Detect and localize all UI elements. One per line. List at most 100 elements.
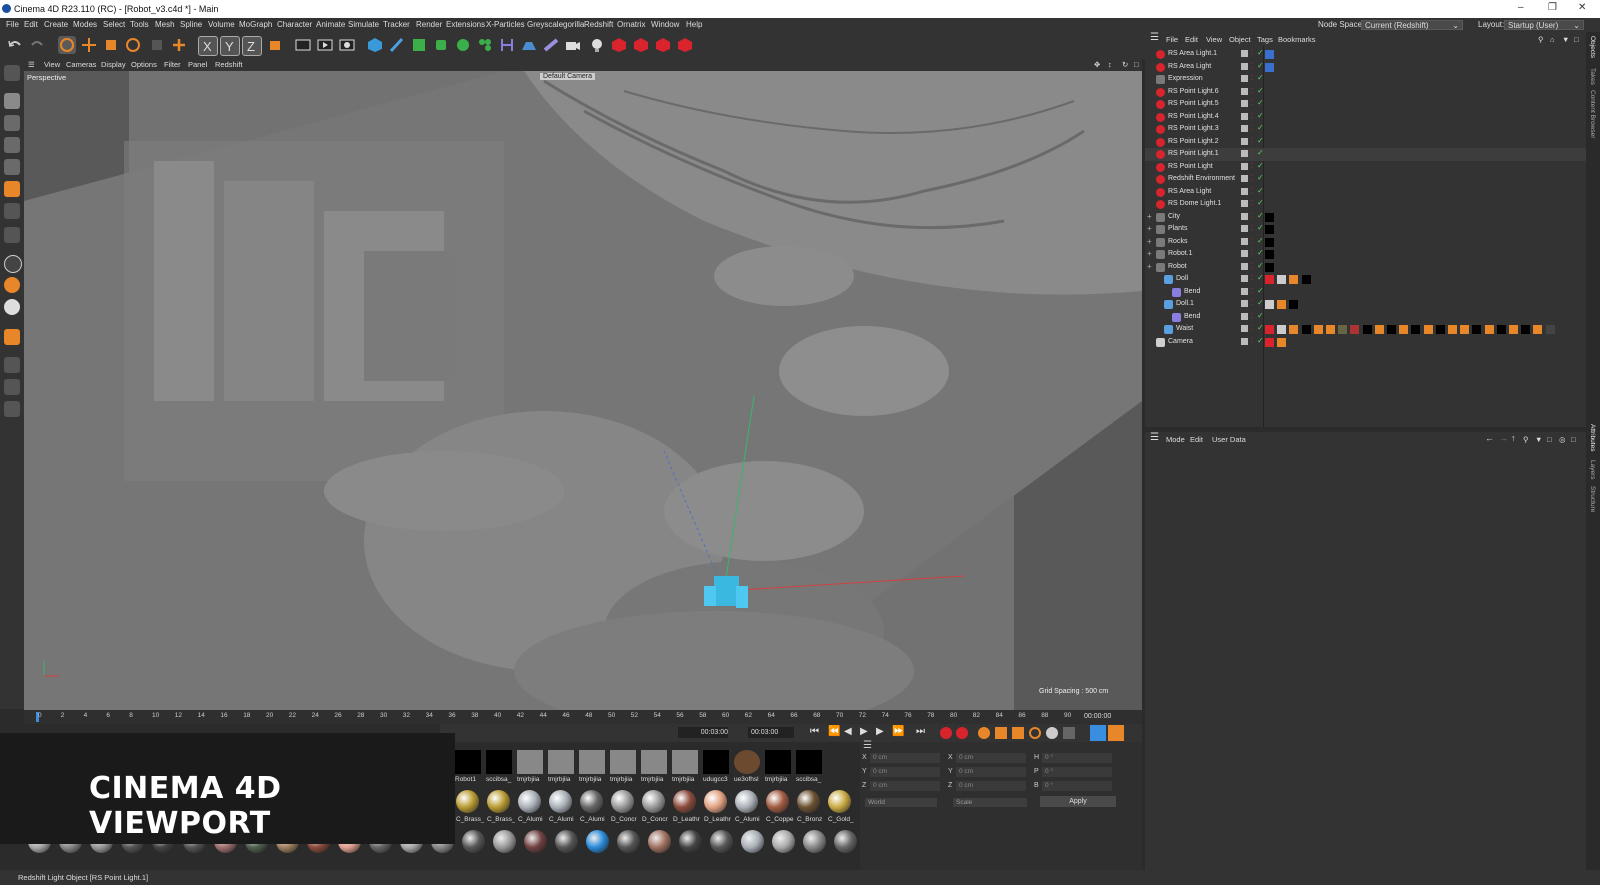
coord-value-field[interactable]: 0 ° <box>1042 753 1112 763</box>
key-rotation-icon[interactable] <box>1029 727 1041 739</box>
object-tag-icon[interactable] <box>1265 300 1274 309</box>
material-swatch[interactable] <box>518 790 541 813</box>
subdivision-icon[interactable] <box>410 36 428 54</box>
material-swatch[interactable] <box>487 790 510 813</box>
search-icon[interactable]: ⚲ <box>1538 35 1544 44</box>
viewport-3d[interactable]: Perspective Default Camera Grid Spacing … <box>24 71 1142 710</box>
object-tag-icon[interactable] <box>1301 325 1311 334</box>
layer-icon[interactable] <box>1241 337 1248 345</box>
object-tag-icon[interactable] <box>1277 337 1287 347</box>
layout-dropdown[interactable]: Startup (User) ⌄ <box>1504 20 1584 30</box>
enabled-check-icon[interactable]: ✓ <box>1257 298 1264 307</box>
expand-icon[interactable]: + <box>1147 212 1152 221</box>
object-tag-icon[interactable] <box>1301 275 1311 284</box>
material-swatch[interactable] <box>704 790 727 813</box>
z-axis-lock-icon[interactable]: Z <box>242 36 262 56</box>
visibility-icon[interactable]: ⁚ <box>1251 99 1253 107</box>
object-tag-icon[interactable] <box>1338 325 1348 334</box>
object-tag-icon[interactable] <box>1350 325 1360 334</box>
undo-icon[interactable] <box>6 36 24 54</box>
recent-tools-icon[interactable] <box>148 36 166 54</box>
layer-icon[interactable] <box>1241 300 1248 307</box>
paint-icon[interactable] <box>4 329 20 345</box>
layer-icon[interactable] <box>1241 175 1248 182</box>
menu-tools[interactable]: Tools <box>130 20 149 29</box>
render-region-icon[interactable] <box>294 36 312 54</box>
coord-value-field[interactable]: 0 cm <box>870 781 940 791</box>
coord-value-field[interactable]: 0 cm <box>870 767 940 777</box>
add-icon[interactable] <box>170 36 188 54</box>
material-swatch[interactable] <box>524 830 547 853</box>
viewport-maximize-icon[interactable]: □ <box>1134 60 1139 69</box>
layer-icon[interactable] <box>1241 137 1248 145</box>
tab-layers[interactable]: Layers <box>1589 460 1596 480</box>
object-tag-icon[interactable] <box>1533 325 1543 334</box>
layer-icon[interactable] <box>1241 250 1248 257</box>
object-tag-icon[interactable] <box>1265 250 1274 259</box>
layer-icon[interactable] <box>1241 200 1248 207</box>
grid-icon[interactable] <box>4 357 20 373</box>
record-icon[interactable] <box>940 727 952 739</box>
layer-icon[interactable] <box>1241 212 1248 220</box>
object-tag-icon[interactable] <box>1387 325 1396 334</box>
object-row[interactable]: + Robot ⁚ ✓ <box>1145 261 1586 274</box>
material-swatch[interactable] <box>797 790 820 813</box>
material-swatch[interactable] <box>828 790 851 813</box>
material-swatch[interactable] <box>741 830 764 853</box>
next-frame-icon[interactable]: ▶ <box>876 726 884 737</box>
attr-menu-edit[interactable]: Edit <box>1190 435 1203 444</box>
object-row[interactable]: + City ⁚ ✓ <box>1145 211 1586 224</box>
enabled-check-icon[interactable]: ✓ <box>1257 186 1264 195</box>
render-view-icon[interactable] <box>316 36 334 54</box>
object-tag-icon[interactable] <box>1326 325 1335 334</box>
enabled-check-icon[interactable]: ✓ <box>1257 198 1264 207</box>
layout-toggle-icon[interactable] <box>1108 725 1124 741</box>
workplane-icon[interactable] <box>4 227 20 243</box>
visibility-icon[interactable]: ⁚ <box>1251 299 1253 307</box>
visibility-icon[interactable]: ⁚ <box>1251 49 1253 57</box>
material-swatch[interactable] <box>772 830 795 853</box>
enabled-check-icon[interactable]: ✓ <box>1257 61 1264 70</box>
enabled-check-icon[interactable]: ✓ <box>1257 336 1264 345</box>
material-swatch[interactable] <box>734 750 760 774</box>
close-icon[interactable]: ✕ <box>1578 2 1586 13</box>
object-name[interactable]: Expression <box>1168 75 1203 82</box>
enabled-check-icon[interactable]: ✓ <box>1257 86 1264 95</box>
object-tag-icon[interactable] <box>1277 275 1287 284</box>
object-tag-icon[interactable] <box>1265 237 1274 247</box>
prev-frame-icon[interactable]: ◀ <box>844 726 852 737</box>
material-swatch[interactable] <box>456 790 479 813</box>
layer-icon[interactable] <box>1241 312 1248 320</box>
material-swatch[interactable] <box>610 750 636 774</box>
obj-menu-edit[interactable]: Edit <box>1185 35 1198 44</box>
visibility-icon[interactable]: ⁚ <box>1251 87 1253 95</box>
scale-mode-dropdown[interactable]: Scale <box>953 798 1027 807</box>
tab-objects[interactable]: Objects <box>1589 36 1596 58</box>
object-name[interactable]: Plants <box>1168 225 1187 232</box>
cube-icon[interactable] <box>366 36 384 54</box>
home-icon[interactable]: ⌂ <box>1550 35 1555 44</box>
coord-value-field[interactable]: 0 cm <box>956 753 1026 763</box>
points-mode-icon[interactable] <box>4 137 20 153</box>
viewport-menu-filter[interactable]: Filter <box>164 60 181 69</box>
layer-icon[interactable] <box>1241 262 1248 270</box>
next-key-icon[interactable]: ⏩ <box>892 726 904 737</box>
search-icon[interactable]: ⚲ <box>1523 435 1529 444</box>
material-swatch[interactable] <box>586 830 609 853</box>
edges-mode-icon[interactable] <box>4 159 20 175</box>
object-name[interactable]: Redshift Environment <box>1168 175 1235 182</box>
object-row[interactable]: RS Point Light ⁚ ✓ <box>1145 161 1586 174</box>
polygons-mode-icon[interactable] <box>4 181 20 197</box>
object-name[interactable]: RS Dome Light.1 <box>1168 200 1221 207</box>
material-swatch[interactable] <box>796 750 822 774</box>
layer-icon[interactable] <box>1241 325 1248 332</box>
object-row[interactable]: RS Area Light ⁚ ✓ <box>1145 61 1586 74</box>
viewport-menu-view[interactable]: View <box>44 60 60 69</box>
layer-icon[interactable] <box>1241 62 1248 70</box>
redshift-render-view-icon[interactable] <box>610 36 628 54</box>
menu-spline[interactable]: Spline <box>180 20 202 29</box>
new-window-icon[interactable]: □ <box>1571 435 1576 444</box>
obj-menu-object[interactable]: Object <box>1229 35 1251 44</box>
object-tag-icon[interactable] <box>1265 212 1274 222</box>
enabled-check-icon[interactable]: ✓ <box>1257 48 1264 57</box>
